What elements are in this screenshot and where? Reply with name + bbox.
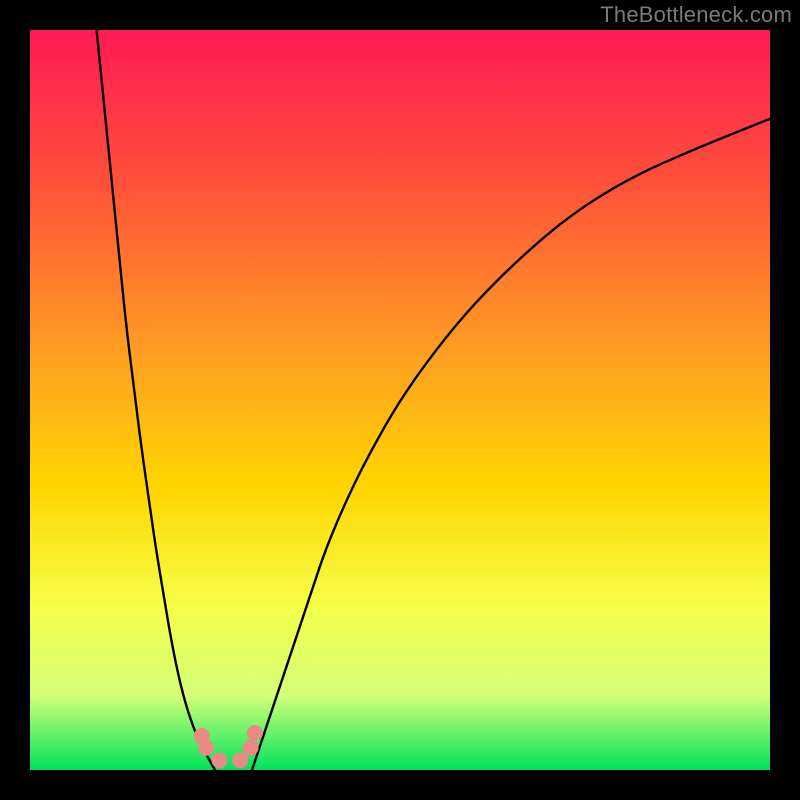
plot-area — [30, 30, 770, 770]
marker-dot — [211, 752, 227, 768]
chart-frame: TheBottleneck.com — [0, 0, 800, 800]
watermark-text: TheBottleneck.com — [600, 2, 792, 28]
chart-svg — [30, 30, 770, 770]
marker-dot — [232, 752, 248, 768]
marker-dot — [198, 740, 214, 756]
marker-dot — [247, 725, 263, 741]
marker-dot — [243, 740, 259, 756]
